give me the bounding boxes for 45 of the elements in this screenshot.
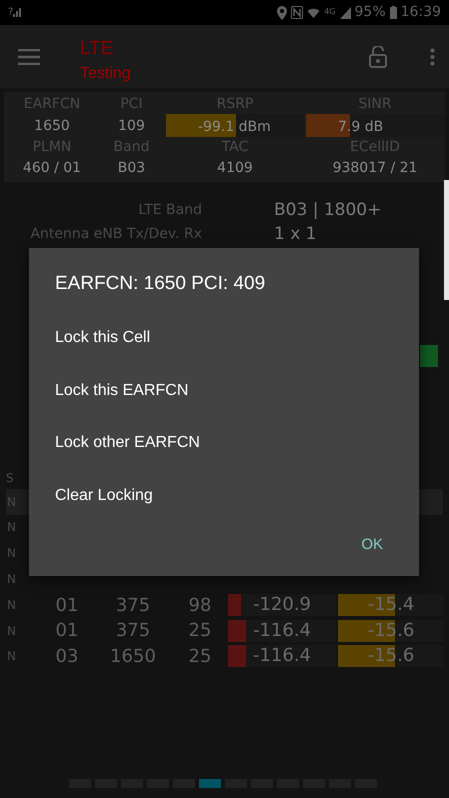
cell-value: 460 / 01 xyxy=(22,159,82,178)
signal-icon xyxy=(13,8,22,17)
battery-level: 95% xyxy=(354,3,386,22)
location-icon xyxy=(277,6,288,20)
table-cell-text: 01 xyxy=(54,594,80,618)
cell-value: 109 xyxy=(117,116,146,136)
cell-value: 1650 xyxy=(33,116,71,136)
menu-option[interactable]: Clear Locking xyxy=(55,470,153,522)
nfc-icon xyxy=(291,6,304,19)
cell-value: B03 xyxy=(116,159,146,178)
table-cell-text: 25 xyxy=(188,644,212,669)
meter-reading: -116.4 xyxy=(252,645,312,668)
table-cell-text: 03 xyxy=(54,644,80,669)
wifi-icon xyxy=(307,6,320,19)
dialog-title: EARFCN: 1650 PCI: 409 xyxy=(55,272,266,296)
menu-icon[interactable] xyxy=(18,48,40,64)
signal-bar xyxy=(420,345,438,367)
meter-reading: 7.9 dB xyxy=(337,118,384,137)
table-cell-text: 375 xyxy=(114,619,152,644)
padlock-icon[interactable] xyxy=(369,46,387,68)
table-cell-text: 01 xyxy=(54,619,80,644)
menu-option[interactable]: Lock this Cell xyxy=(55,312,150,364)
more-options-icon[interactable] xyxy=(430,48,435,66)
meter-reading: -120.9 xyxy=(252,594,312,616)
page-indicator[interactable] xyxy=(199,779,221,788)
detail-value: 1 x 1 xyxy=(273,223,316,246)
menu-option[interactable]: Lock this EARFCN xyxy=(55,364,188,417)
cell-value: 4109 xyxy=(216,159,254,178)
menu-option[interactable]: Lock other EARFCN xyxy=(55,417,200,470)
table-cell-text: 25 xyxy=(188,619,212,644)
app-subtitle: Testing xyxy=(80,66,131,82)
app-title: LTE xyxy=(80,39,114,58)
network-type: 4G xyxy=(324,6,336,18)
ok-button[interactable]: OK xyxy=(361,534,383,556)
detail-value: B03 | 1800+ xyxy=(273,199,382,222)
battery-icon xyxy=(390,6,397,19)
signal-icon xyxy=(340,6,351,18)
cell-value: 938017 / 21 xyxy=(332,159,418,178)
meter-reading: -99.1 dBm xyxy=(197,118,271,137)
signal-mark: ? xyxy=(8,6,14,20)
table-cell-text: 1650 xyxy=(109,644,157,669)
meter-reading: -116.4 xyxy=(252,620,312,642)
table-cell-text: 98 xyxy=(188,594,212,618)
table-cell-text: 375 xyxy=(114,594,152,618)
clock-time: 16:39 xyxy=(400,3,441,22)
